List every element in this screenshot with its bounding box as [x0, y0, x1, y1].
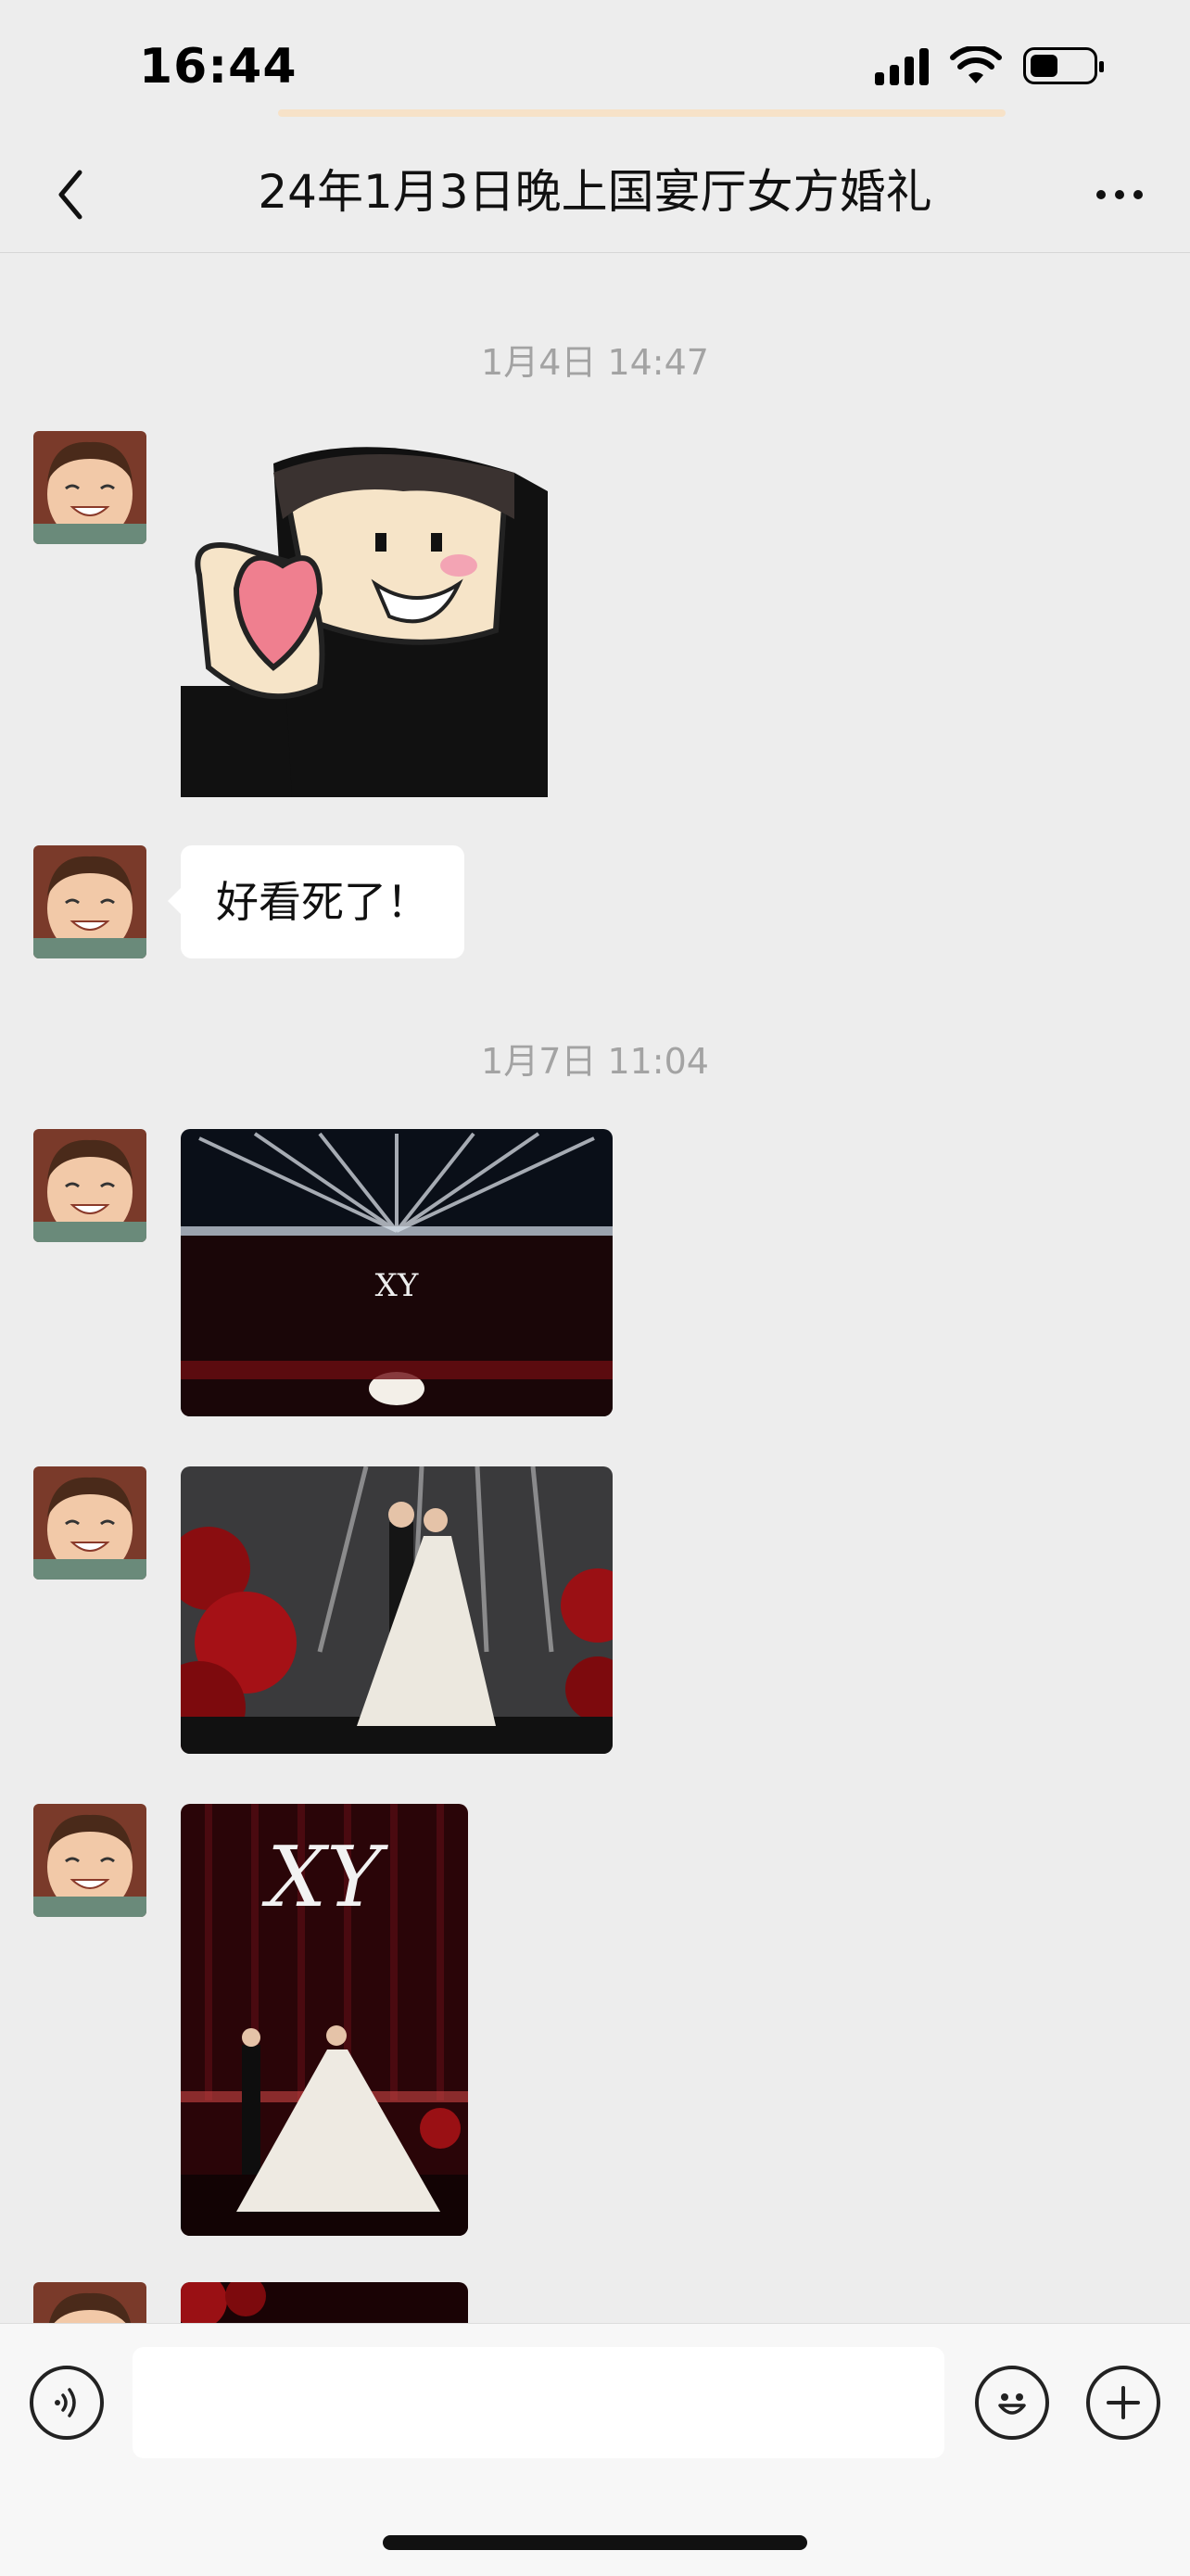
more-options-button[interactable]: [1082, 176, 1157, 213]
emoji-icon: [998, 2393, 1026, 2415]
add-more-button[interactable]: [1086, 2366, 1160, 2440]
emoji-button[interactable]: [975, 2366, 1049, 2440]
wedding-monogram-photo: XY: [181, 1804, 468, 2236]
avatar-image: [33, 2282, 146, 2323]
avatar[interactable]: [33, 2282, 146, 2323]
avatar-image: [33, 1466, 146, 1580]
sticker-message[interactable]: [181, 436, 548, 797]
wedding-couple-photo: [181, 1466, 613, 1754]
title-highlight: [278, 109, 1006, 117]
chat-title: 24年1月3日晚上国宴厅女方婚礼: [258, 165, 932, 219]
chevron-left-icon: [58, 170, 82, 220]
voice-icon: [55, 2388, 76, 2417]
status-icons: [875, 46, 1104, 85]
image-message[interactable]: [181, 2282, 468, 2323]
heart-sticker-icon: [181, 436, 548, 797]
plus-icon: [1107, 2386, 1140, 2419]
svg-text:XY: XY: [375, 1267, 419, 1304]
wedding-stage-photo: XY: [181, 1129, 613, 1416]
avatar[interactable]: [33, 431, 146, 544]
status-time: 16:44: [139, 39, 298, 95]
status-bar: 16:44: [0, 0, 1190, 139]
nav-bar: 24年1月3日晚上国宴厅女方婚礼: [0, 139, 1190, 253]
image-message[interactable]: XY: [181, 1804, 468, 2236]
wifi-icon: [950, 46, 1002, 83]
back-button[interactable]: [33, 158, 108, 232]
home-indicator[interactable]: [383, 2535, 807, 2550]
image-message[interactable]: XY: [181, 1129, 613, 1416]
avatar[interactable]: [33, 845, 146, 958]
text-message-bubble[interactable]: 好看死了！: [168, 845, 464, 958]
cellular-signal-icon: [875, 46, 929, 85]
avatar[interactable]: [33, 1129, 146, 1242]
wedding-partial-photo: [181, 2282, 468, 2323]
image-message[interactable]: [181, 1466, 613, 1754]
avatar-image: [33, 1129, 146, 1242]
avatar-image: [33, 845, 146, 958]
svg-text:XY: XY: [261, 1829, 388, 1926]
chat-history[interactable]: 1月4日 14:47 好看死了！ 1月7日 11:04 XY XY: [0, 252, 1190, 2323]
avatar[interactable]: [33, 1466, 146, 1580]
avatar-image: [33, 431, 146, 544]
message-input[interactable]: [133, 2347, 944, 2458]
avatar-image: [33, 1804, 146, 1917]
message-timestamp: 1月4日 14:47: [481, 342, 709, 383]
avatar[interactable]: [33, 1804, 146, 1917]
message-timestamp: 1月7日 11:04: [481, 1041, 709, 1082]
battery-icon: [1023, 47, 1104, 84]
voice-input-button[interactable]: [30, 2366, 104, 2440]
